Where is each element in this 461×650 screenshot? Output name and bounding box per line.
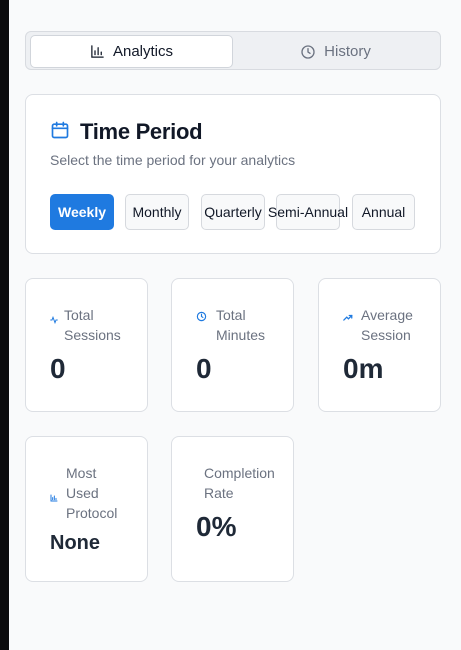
stat-card-completion-rate: Completion Rate 0% xyxy=(171,436,294,582)
analytics-panel: Analytics History Time Period Select the… xyxy=(9,0,461,650)
stat-card-most-used-protocol: Most Used Protocol None xyxy=(25,436,148,582)
tab-analytics-label: Analytics xyxy=(112,43,174,60)
bar-chart-icon xyxy=(50,489,58,507)
period-monthly-button[interactable]: Monthly xyxy=(125,194,189,230)
time-period-header: Time Period xyxy=(50,119,203,145)
stat-label: Total Minutes xyxy=(216,307,266,343)
period-annual-button[interactable]: Annual xyxy=(352,194,415,230)
calendar-icon xyxy=(50,120,70,145)
stat-label: Most Used Protocol xyxy=(66,465,118,521)
tab-analytics[interactable]: Analytics xyxy=(30,35,233,68)
activity-icon xyxy=(50,311,58,329)
period-semi-annual-button[interactable]: Semi-Annual xyxy=(268,194,348,230)
left-edge-strip xyxy=(0,0,9,650)
stat-label: Total Sessions xyxy=(64,307,121,343)
view-tabs: Analytics History xyxy=(25,31,441,70)
trending-up-icon xyxy=(343,310,353,328)
stat-value: 0% xyxy=(196,511,237,542)
stat-label: Average Session xyxy=(361,307,413,343)
stat-value: 0m xyxy=(343,353,384,384)
clock-icon xyxy=(300,44,316,60)
time-period-title: Time Period xyxy=(80,119,203,144)
period-weekly-button[interactable]: Weekly xyxy=(50,194,114,230)
time-period-description: Select the time period for your analytic… xyxy=(50,152,296,168)
tab-history-label: History xyxy=(324,43,371,60)
period-quarterly-button[interactable]: Quarterly xyxy=(201,194,265,230)
stat-card-total-minutes: Total Minutes 0 xyxy=(171,278,294,412)
stat-card-average-session: Average Session 0m xyxy=(318,278,441,412)
bar-chart-icon xyxy=(90,44,105,59)
stat-value: 0 xyxy=(50,353,66,384)
stat-value: None xyxy=(50,532,100,554)
time-period-card: Time Period Select the time period for y… xyxy=(25,94,441,254)
tab-history[interactable]: History xyxy=(233,35,438,68)
stat-value: 0 xyxy=(196,353,212,384)
stat-label: Completion Rate xyxy=(204,465,275,501)
clock-icon xyxy=(196,309,207,327)
stat-card-total-sessions: Total Sessions 0 xyxy=(25,278,148,412)
